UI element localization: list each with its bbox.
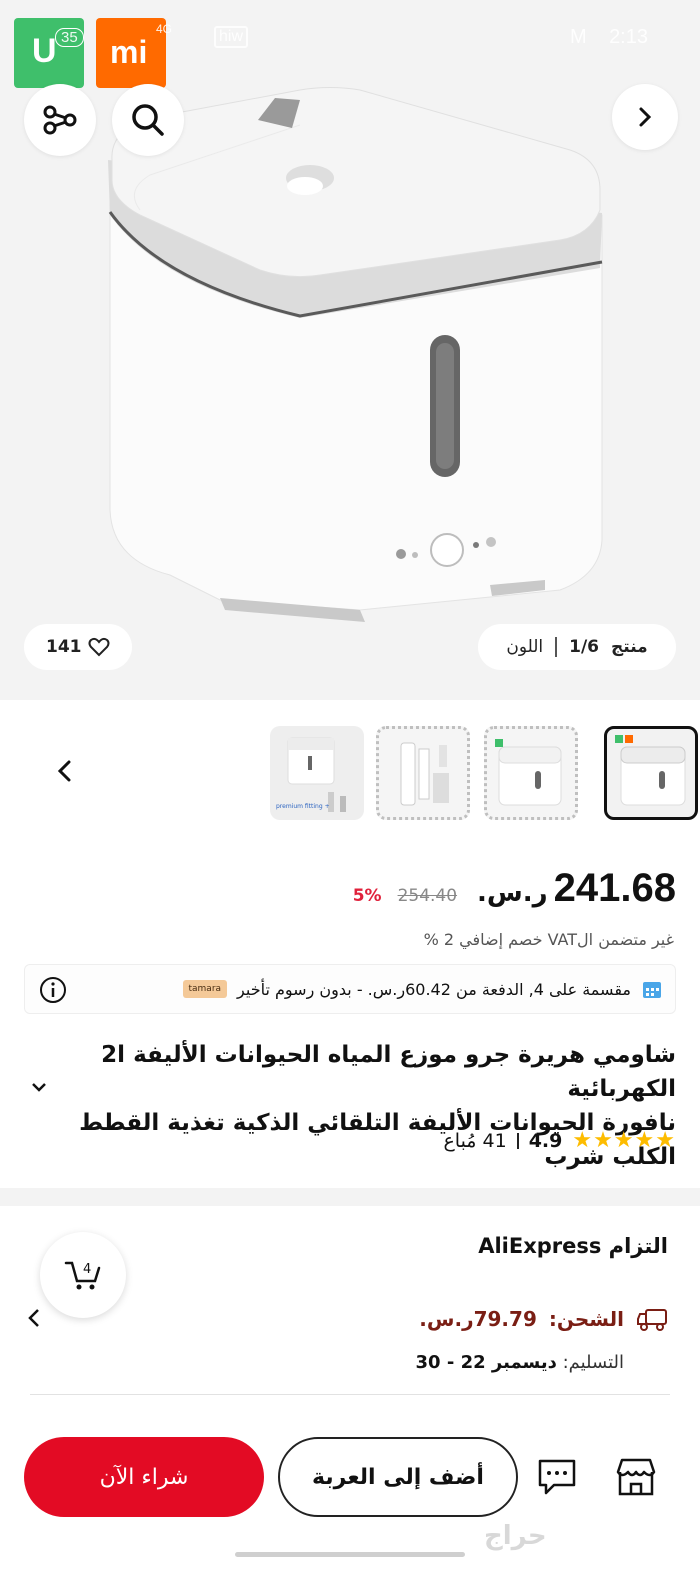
current-price: 241.68 <box>553 866 676 910</box>
cart-icon: 4 <box>64 1261 101 1290</box>
star-rating: ★★★★★ <box>572 1128 676 1153</box>
cart-count: 4 <box>83 1262 91 1277</box>
product-title[interactable]: شاومي هريرة جرو موزع المياه الحيوانات ال… <box>26 1038 676 1174</box>
status-bar: U mi 35 4G hiw M 2:13 <box>0 0 700 88</box>
network-indicator: 35 <box>55 28 84 47</box>
thumbnail-3[interactable] <box>376 726 470 820</box>
vat-note: غير متضمن الVAT خصم إضافي 2 % <box>423 930 674 949</box>
buy-now-button[interactable]: شراء الآن <box>24 1437 264 1517</box>
share-icon <box>43 105 77 135</box>
sold-count: 41 مُباع <box>443 1129 507 1152</box>
discount-badge: 5% <box>352 886 382 906</box>
home-indicator[interactable] <box>235 1552 465 1557</box>
share-button[interactable] <box>24 84 96 156</box>
chevron-down-icon[interactable] <box>30 1080 48 1094</box>
thumbnail-2[interactable] <box>484 726 578 820</box>
delivery-row: التسليم: ديسمبر 22 - 30 <box>416 1352 625 1373</box>
product-word: منتج <box>611 637 648 657</box>
color-label: اللون <box>506 637 544 657</box>
installments-banner[interactable]: مقسمة على 4, الدفعة من 60.42ر.س. - بدون … <box>24 964 676 1014</box>
add-to-cart-button[interactable]: أضف إلى العربة <box>278 1437 518 1517</box>
divider <box>30 1394 670 1395</box>
thumbnail-image <box>495 739 562 806</box>
product-image <box>108 87 603 622</box>
currency: ر.س. <box>477 878 548 908</box>
separator <box>516 1132 519 1149</box>
product-gallery[interactable]: U mi 35 4G hiw M 2:13 141 اللون 1/6 منتج <box>0 0 700 700</box>
next-image-button[interactable] <box>612 84 678 150</box>
store-icon[interactable] <box>614 1456 658 1498</box>
price-row: 241.68 ر.س. 254.40 5% <box>24 866 676 918</box>
image-info-pill: اللون 1/6 منتج <box>478 624 676 670</box>
cart-button[interactable]: 4 <box>40 1232 126 1318</box>
like-count: 141 <box>46 637 82 657</box>
thumbnail-image: premium fitting + <box>276 737 346 812</box>
chat-icon[interactable] <box>536 1457 578 1497</box>
thumbnail-image <box>615 735 686 806</box>
clock: 2:13 <box>609 26 648 48</box>
shipping-value: 79.79ر.س. <box>419 1307 537 1331</box>
separator <box>555 637 558 657</box>
chevron-left-icon[interactable] <box>24 1306 44 1330</box>
thumbnail-4[interactable]: premium fitting + <box>270 726 364 820</box>
signal-indicator: 4G <box>156 22 173 36</box>
delivery-date: ديسمبر 22 - 30 <box>415 1352 557 1373</box>
thumbnail-strip: premium fitting + <box>0 726 700 822</box>
search-icon <box>132 104 164 136</box>
rating-row[interactable]: ★★★★★ 4.9 41 مُباع <box>443 1128 676 1153</box>
search-button[interactable] <box>112 84 184 156</box>
heart-icon <box>88 637 109 657</box>
title-line-1: شاومي هريرة جرو موزع المياه الحيوانات ال… <box>101 1042 676 1102</box>
installments-text: مقسمة على 4, الدفعة من 60.42ر.س. - بدون … <box>237 979 631 999</box>
shipping-row[interactable]: الشحن: 79.79ر.س. <box>419 1306 670 1332</box>
wishlist-button[interactable]: 141 <box>24 624 132 670</box>
truck-icon <box>637 1309 667 1331</box>
shipping-label: الشحن: <box>548 1307 624 1331</box>
watermark: حراج <box>484 1521 547 1551</box>
tamara-logo: tamara <box>182 980 228 998</box>
commitment-title: التزام AliExpress <box>478 1234 668 1258</box>
rating-score: 4.9 <box>528 1129 563 1152</box>
original-price: 254.40 <box>397 886 458 906</box>
chevron-left-icon[interactable] <box>50 756 80 786</box>
chevron-right-icon <box>639 107 652 127</box>
info-icon[interactable] <box>39 976 67 1004</box>
product-counter: 1/6 <box>569 637 600 657</box>
battery-indicator: M <box>570 26 587 48</box>
calendar-icon <box>643 982 661 998</box>
delivery-label: التسليم: <box>562 1352 624 1373</box>
thumbnail-image <box>400 742 449 806</box>
section-divider <box>0 1188 700 1206</box>
thumbnail-caption: premium fitting + <box>276 803 330 810</box>
thumbnail-1[interactable] <box>604 726 698 820</box>
carrier-logo: hiw <box>214 26 249 48</box>
